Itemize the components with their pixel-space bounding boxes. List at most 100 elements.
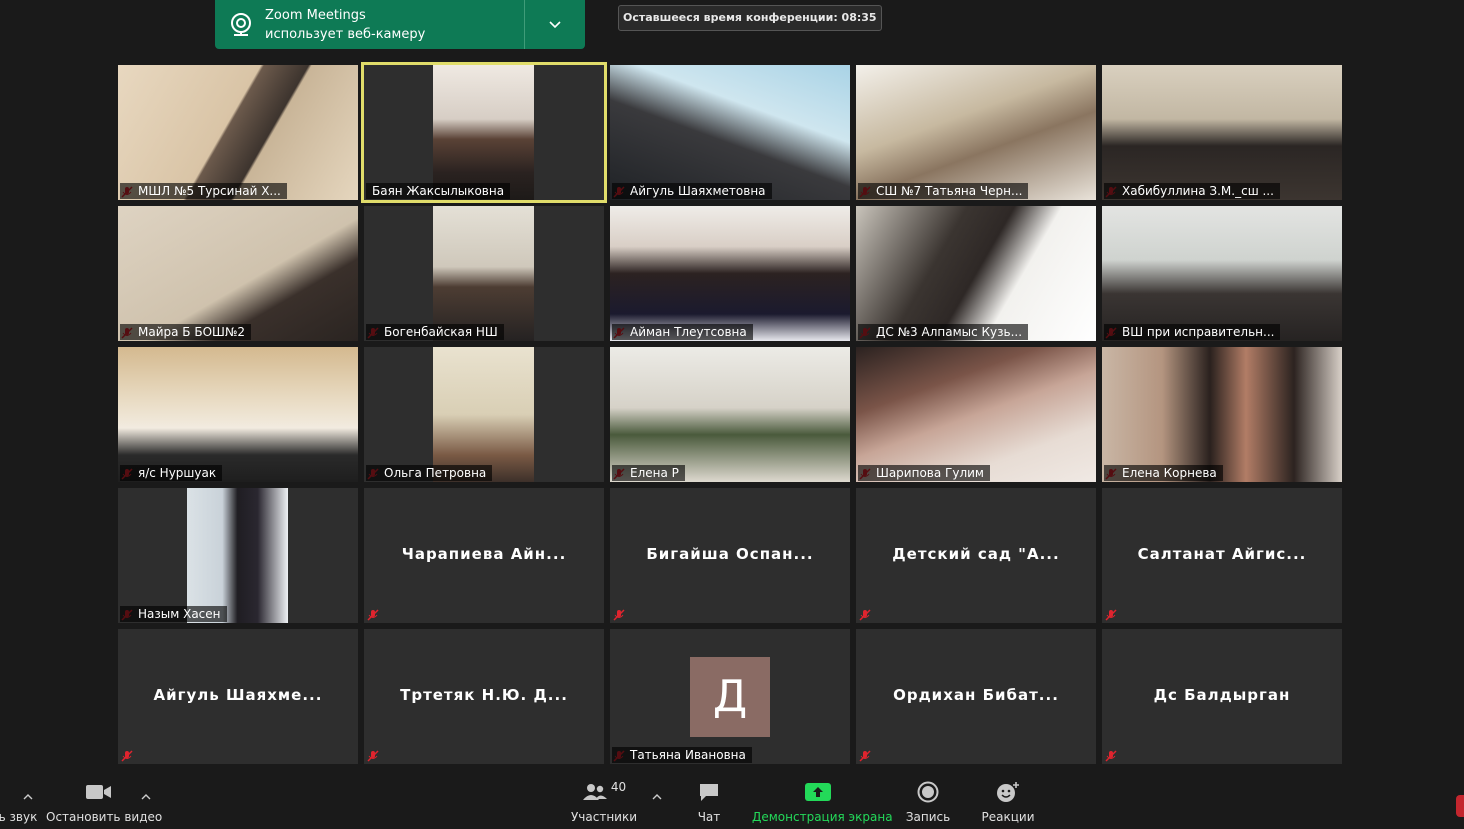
participant-name: СШ №7 Татьяна Черн...: [858, 183, 1029, 199]
participants-label: Участники: [570, 810, 638, 824]
chat-label: Чат: [697, 810, 721, 824]
meeting-toolbar: ь звук Остановить видео 40 Участники Чат…: [0, 775, 1464, 829]
reactions-button[interactable]: Реакции: [980, 775, 1036, 825]
participant-video: [856, 347, 1096, 482]
record-icon: [917, 781, 939, 803]
participant-tile[interactable]: Елена Корнева: [1102, 347, 1342, 482]
participant-tile[interactable]: Богенбайская НШ: [364, 206, 604, 341]
record-label: Запись: [905, 810, 951, 824]
participant-video: [1102, 347, 1342, 482]
participant-tile[interactable]: Детский сад "А...: [856, 488, 1096, 623]
chat-button[interactable]: Чат: [688, 775, 730, 825]
participant-tile[interactable]: Айман Тлеутсовна: [610, 206, 850, 341]
participant-name: Салтанат Айгис...: [1137, 545, 1307, 563]
muted-mic-icon: [1105, 609, 1117, 621]
participant-tile[interactable]: Ольга Петровна: [364, 347, 604, 482]
chevron-down-icon: [549, 20, 561, 28]
participant-video: [118, 347, 358, 482]
participant-video: [1102, 65, 1342, 200]
video-options-caret-icon[interactable]: [141, 793, 151, 801]
stop-video-label: Остановить видео: [46, 810, 163, 824]
chat-icon: [700, 784, 718, 801]
participant-video: [610, 206, 850, 341]
webcam-icon: [231, 12, 251, 36]
participant-name: Ольга Петровна: [366, 465, 493, 481]
participants-options-caret-icon[interactable]: [652, 793, 662, 801]
participant-name: ВШ при исправительн...: [1104, 324, 1281, 340]
muted-mic-icon: [859, 750, 871, 762]
muted-mic-icon: [859, 609, 871, 621]
participant-tile-active-speaker[interactable]: Баян Жаксылыковна: [361, 62, 607, 203]
participant-name: Татьяна Ивановна: [612, 747, 752, 763]
participant-tile[interactable]: ВШ при исправительн...: [1102, 206, 1342, 341]
participant-tile[interactable]: ДС №3 Алпамыс Кузь...: [856, 206, 1096, 341]
participant-video: [610, 347, 850, 482]
muted-mic-icon: [367, 750, 379, 762]
participants-count: 40: [610, 780, 627, 794]
notification-app: Zoom Meetings: [265, 7, 366, 23]
record-button[interactable]: Запись: [902, 775, 954, 825]
participant-name: Ордихан Бибат...: [893, 686, 1059, 704]
participant-video: [118, 65, 358, 200]
participant-name: Детский сад "А...: [892, 545, 1060, 563]
participant-video: [433, 65, 534, 200]
participant-tile[interactable]: Ордихан Бибат...: [856, 629, 1096, 764]
participant-tile[interactable]: Дс Балдырган: [1102, 629, 1342, 764]
participant-name: Айгуль Шаяхметовна: [612, 183, 772, 199]
participant-tile[interactable]: Салтанат Айгис...: [1102, 488, 1342, 623]
participant-tile[interactable]: я/с Нуршуак: [118, 347, 358, 482]
participant-video: [610, 65, 850, 200]
muted-mic-icon: [1105, 750, 1117, 762]
reactions-label: Реакции: [981, 810, 1035, 824]
share-screen-label: Демонстрация экрана: [752, 810, 893, 824]
participant-tile[interactable]: Айгуль Шаяхме...: [118, 629, 358, 764]
participant-tile[interactable]: Назым Хасен: [118, 488, 358, 623]
participant-video: [433, 206, 534, 341]
participant-name: Айман Тлеутсовна: [612, 324, 753, 340]
participant-video: [856, 206, 1096, 341]
participant-name: Майра Б БОШ№2: [120, 324, 251, 340]
participant-name: Айгуль Шаяхме...: [153, 686, 323, 704]
participant-tile[interactable]: Чарапиева Айн...: [364, 488, 604, 623]
participant-tile[interactable]: МШЛ №5 Турсинай Х...: [118, 65, 358, 200]
participants-button[interactable]: 40 Участники: [570, 775, 638, 825]
video-camera-icon: [86, 785, 111, 799]
share-screen-button[interactable]: Демонстрация экрана: [752, 775, 893, 825]
audio-options-caret-icon[interactable]: [23, 793, 33, 801]
participant-name: ДС №3 Алпамыс Кузь...: [858, 324, 1029, 340]
participant-tile[interactable]: Д Татьяна Ивановна: [610, 629, 850, 764]
notification-text: Zoom Meetings использует веб-камеру: [265, 6, 524, 44]
participant-video: [187, 488, 288, 623]
muted-mic-icon: [613, 609, 625, 621]
webcam-notification[interactable]: Zoom Meetings использует веб-камеру: [215, 0, 585, 49]
participant-name: Бигайша Оспан...: [646, 545, 814, 563]
participant-name: МШЛ №5 Турсинай Х...: [120, 183, 287, 199]
participant-tile[interactable]: Тртетяк Н.Ю. Д...: [364, 629, 604, 764]
participant-name: Дс Балдырган: [1153, 686, 1291, 704]
participant-tile[interactable]: Елена Р: [610, 347, 850, 482]
muted-mic-icon: [367, 609, 379, 621]
participant-tile[interactable]: Айгуль Шаяхметовна: [610, 65, 850, 200]
avatar: Д: [690, 657, 770, 737]
end-meeting-button-edge[interactable]: [1456, 795, 1464, 817]
stop-video-button[interactable]: Остановить видео: [46, 775, 163, 825]
muted-mic-icon: [121, 750, 133, 762]
participant-name: Елена Корнева: [1104, 465, 1223, 481]
participant-tile[interactable]: Хабибуллина З.М._сш ...: [1102, 65, 1342, 200]
reactions-smiley-icon: [997, 782, 1019, 802]
participant-video: [1102, 206, 1342, 341]
participant-tile[interactable]: Бигайша Оспан...: [610, 488, 850, 623]
audio-label: ь звук: [0, 810, 38, 824]
participant-tile[interactable]: Майра Б БОШ№2: [118, 206, 358, 341]
participant-name: Баян Жаксылыковна: [366, 183, 511, 199]
participant-name: я/с Нуршуак: [120, 465, 223, 481]
notification-expand-button[interactable]: [525, 20, 585, 29]
participant-tile[interactable]: СШ №7 Татьяна Черн...: [856, 65, 1096, 200]
participant-name: Елена Р: [612, 465, 685, 481]
share-screen-icon: [805, 783, 831, 801]
participant-name: Назым Хасен: [120, 606, 227, 622]
notification-message: использует веб-камеру: [265, 26, 426, 42]
participant-name: Тртетяк Н.Ю. Д...: [400, 686, 568, 704]
participant-name: Чарапиева Айн...: [401, 545, 567, 563]
participant-tile[interactable]: Шарипова Гулим: [856, 347, 1096, 482]
